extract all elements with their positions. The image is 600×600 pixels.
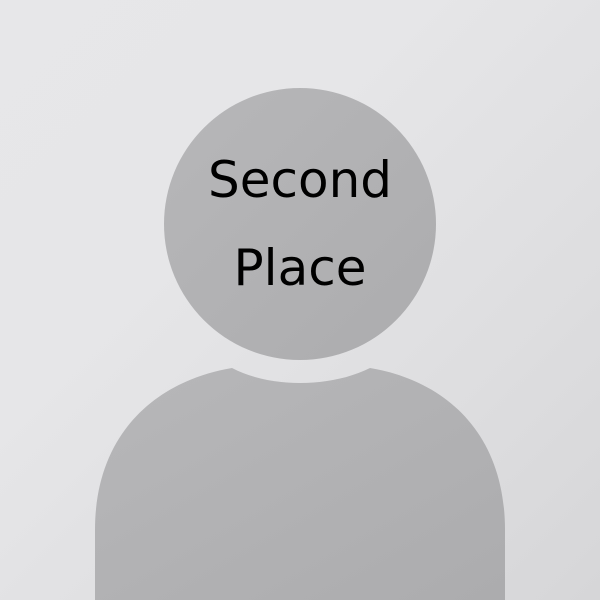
silhouette-body [95,368,505,600]
placeholder-label-line-2: Place [233,239,367,297]
placeholder-label-line-1: Second [207,151,392,209]
placeholder-label: Second Place [164,88,436,360]
placeholder-image: Second Place [0,0,600,600]
